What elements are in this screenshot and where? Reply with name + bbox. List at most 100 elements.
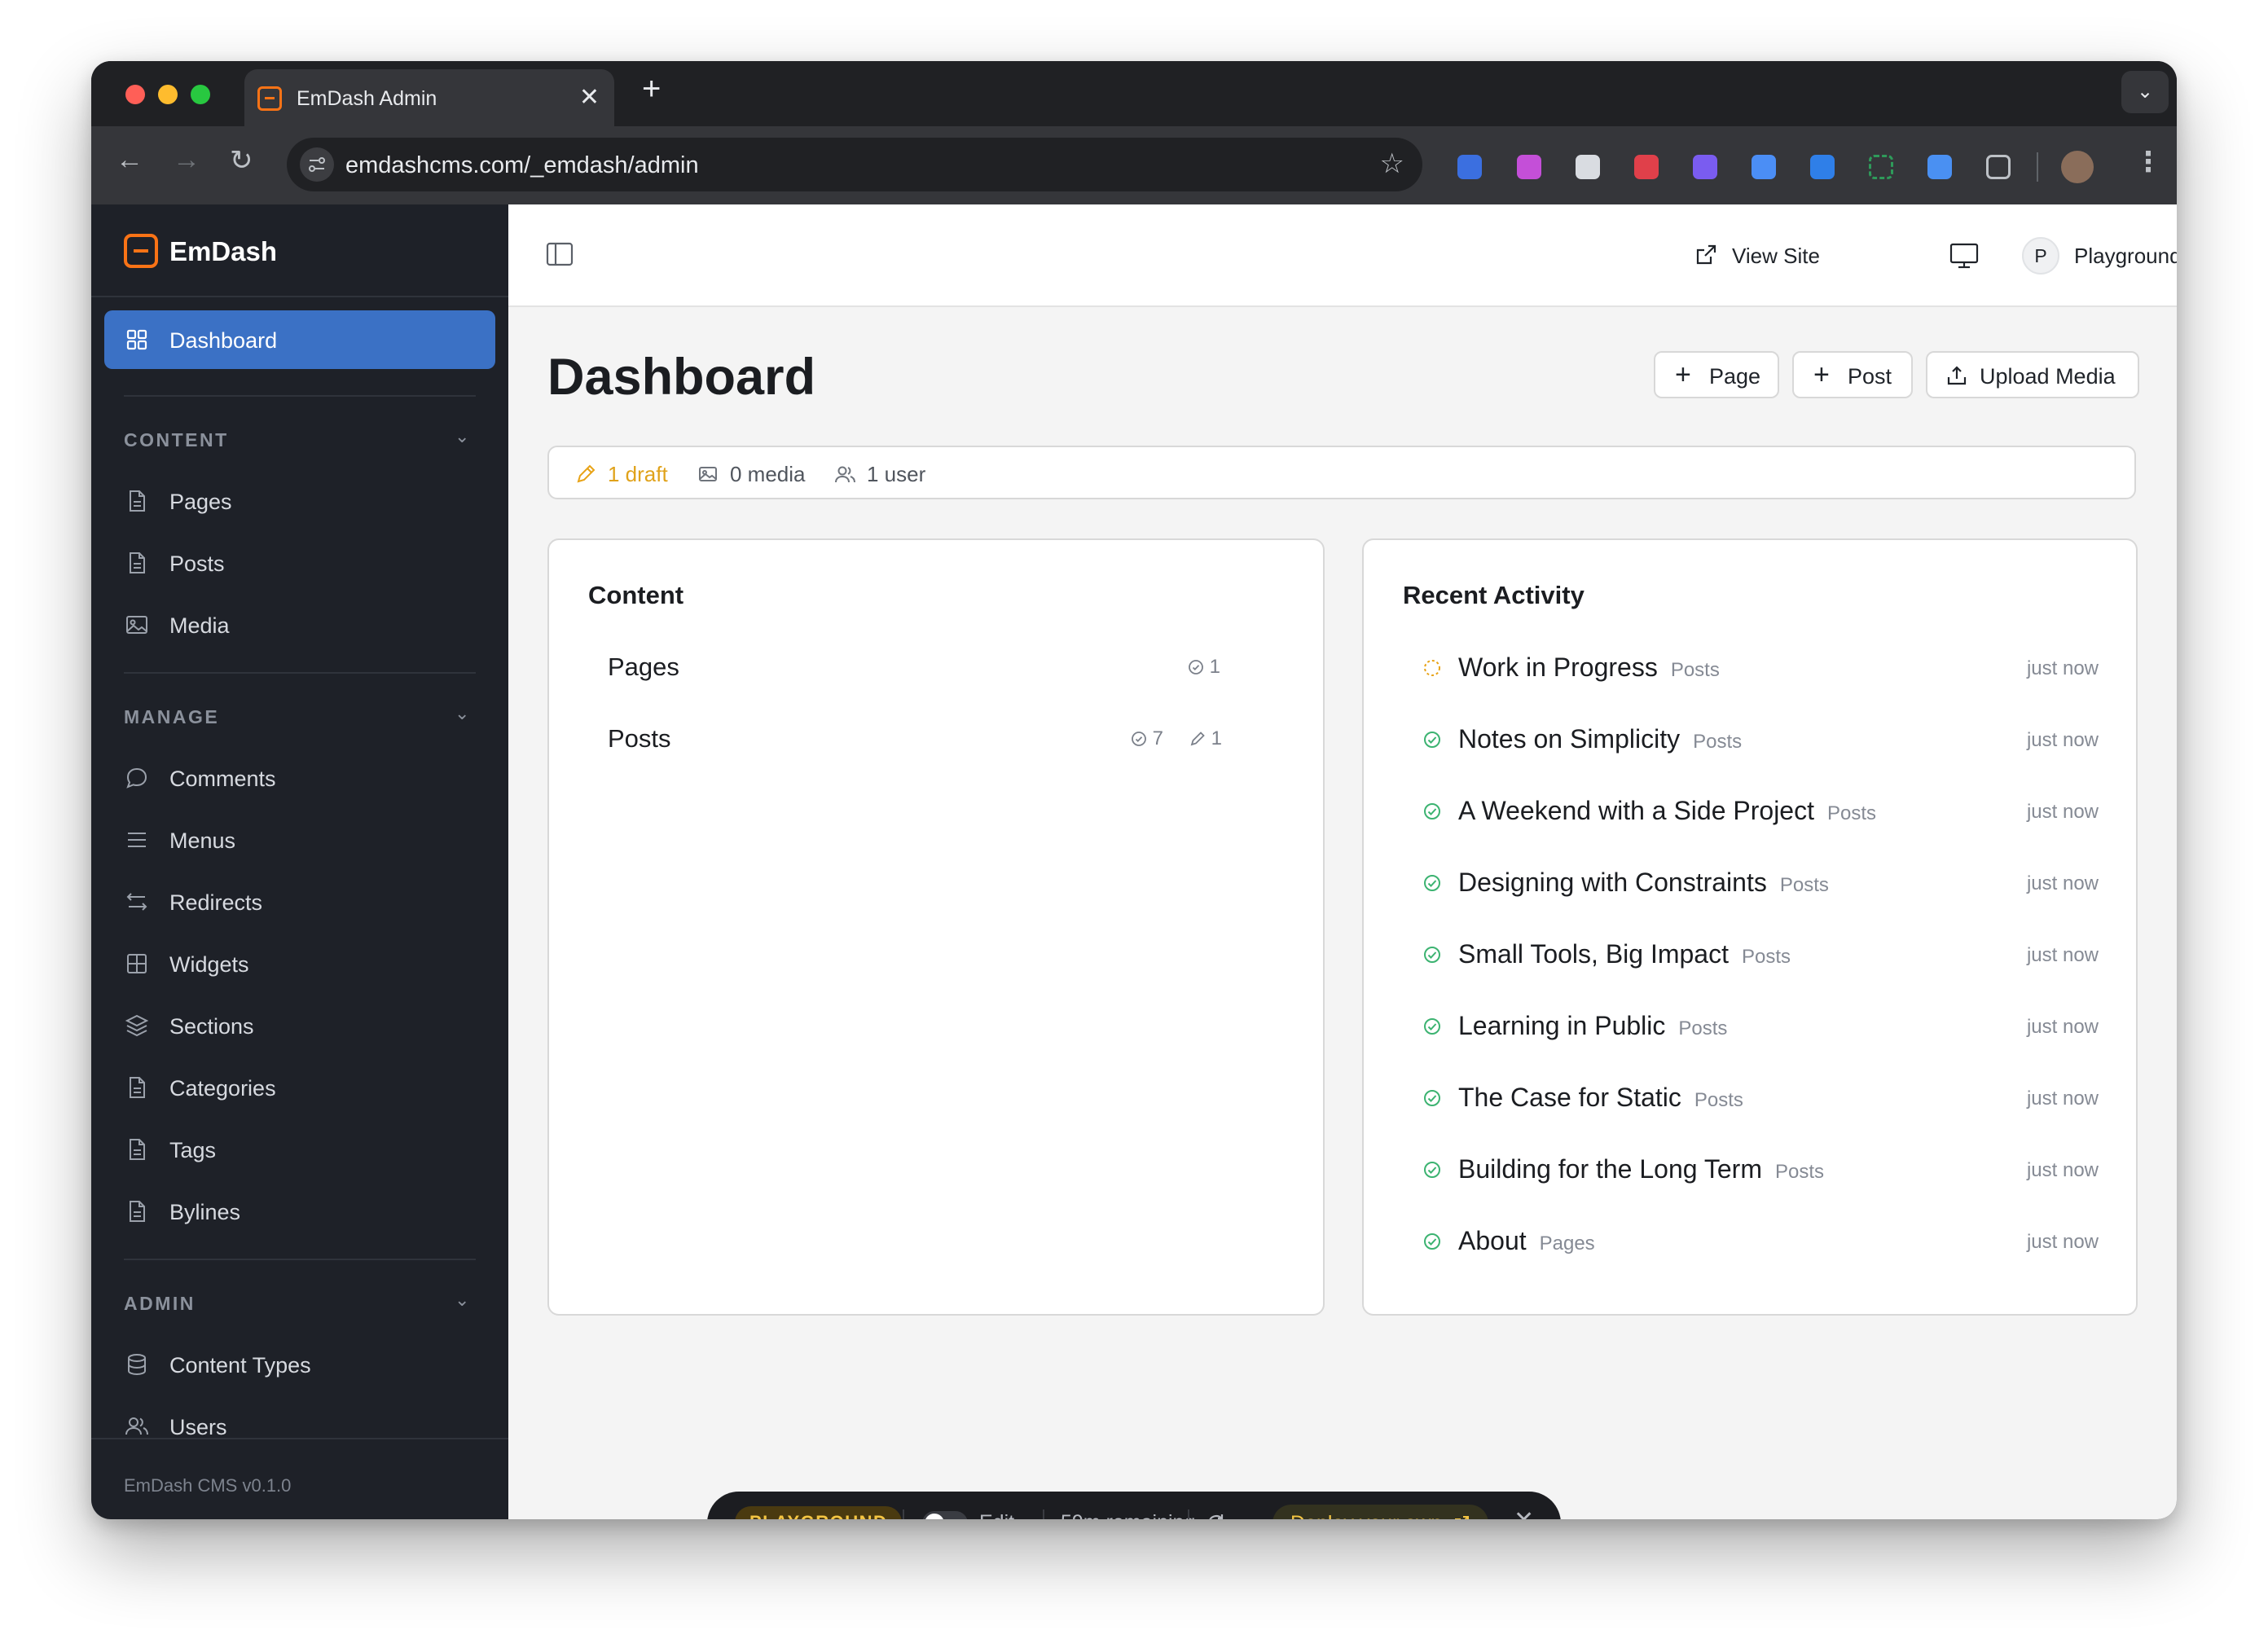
deploy-label: Deploy your own [1290,1512,1442,1519]
site-info-icon[interactable] [300,147,334,182]
sidebar-toggle-icon[interactable] [546,242,574,266]
new-post-label: Post [1848,364,1892,389]
extension-icon[interactable] [1517,155,1541,179]
extension-icon[interactable] [1810,155,1835,179]
section-heading-content[interactable]: CONTENT [124,429,229,451]
deploy-your-own-button[interactable]: Deploy your own [1272,1505,1489,1519]
extension-icon[interactable] [1986,155,2011,179]
extension-icon[interactable] [1634,155,1659,179]
content-row-posts[interactable]: Posts [608,724,671,754]
view-site-link[interactable]: View Site [1693,242,1820,270]
sidebar-item-widgets[interactable]: Widgets [124,944,482,983]
user-name[interactable]: Playground User [2074,244,2177,269]
address-bar[interactable]: emdashcms.com/_emdash/admin ☆ [287,138,1422,191]
reload-button[interactable]: ↻ [230,144,253,177]
section-heading-admin[interactable]: ADMIN [124,1293,196,1315]
published-check-icon [1424,875,1440,891]
sidebar-item-sections[interactable]: Sections [124,1006,482,1045]
new-tab-button[interactable]: + [642,71,661,108]
published-check-icon [1424,1018,1440,1035]
maximize-window-button[interactable] [191,85,210,104]
sidebar-item-comments[interactable]: Comments [124,758,482,798]
sidebar-item-menus[interactable]: Menus [124,820,482,859]
activity-item[interactable]: A Weekend with a Side Project Posts just n… [1422,791,2099,832]
activity-type: Posts [1693,731,1743,753]
section-heading-manage[interactable]: MANAGE [124,706,219,728]
tab-title: EmDash Admin [297,87,437,110]
close-window-button[interactable] [125,85,145,104]
external-link-icon [1696,244,1716,265]
activity-type: Posts [1774,1161,1824,1183]
sidebar-item-redirects[interactable]: Redirects [124,882,482,921]
minimize-window-button[interactable] [158,85,178,104]
sidebar-item-posts[interactable]: Posts [124,543,482,582]
toolbar-separator [2037,152,2038,182]
new-post-button[interactable]: + Post [1792,351,1913,398]
sidebar-item-content-types[interactable]: Content Types [124,1345,482,1384]
activity-title: About Pages [1458,1226,1595,1255]
activity-item[interactable]: Designing with Constraints Posts just now [1422,863,2099,903]
published-count: 7 [1131,727,1163,750]
sidebar-item-users[interactable]: Users [124,1407,482,1446]
published-check-icon [1424,947,1440,963]
extension-icon[interactable] [1752,155,1776,179]
tab-search-button[interactable]: ⌄ [2121,71,2169,113]
edit-toggle[interactable] [922,1511,968,1519]
activity-item[interactable]: Work in Progress Posts just now [1422,648,2099,688]
refresh-icon[interactable] [1204,1511,1228,1519]
sidebar-item-label: Media [169,613,230,638]
activity-item[interactable]: Learning in Public Posts just now [1422,1006,2099,1047]
extension-icon[interactable] [1927,155,1952,179]
activity-item[interactable]: Small Tools, Big Impact Posts just now [1422,934,2099,975]
back-button[interactable]: ← [116,144,143,176]
new-page-button[interactable]: + Page [1654,351,1779,398]
extension-icon[interactable] [1869,155,1893,179]
published-check-icon [1424,1162,1440,1178]
sidebar-item-bylines[interactable]: Bylines [124,1192,482,1231]
sidebar-item-pages[interactable]: Pages [124,481,482,521]
drafts-count[interactable]: 1 draft [608,462,668,487]
monitor-icon[interactable] [1949,242,1980,270]
activity-item[interactable]: The Case for Static Posts just now [1422,1078,2099,1118]
content-row-pages[interactable]: Pages [608,653,679,682]
activity-item[interactable]: About Pages just now [1422,1221,2099,1262]
browser-tab[interactable]: EmDash Admin ✕ [244,69,614,126]
sidebar-item-dashboard[interactable]: Dashboard [104,310,495,369]
database-icon [128,1354,146,1376]
external-link-icon [1455,1516,1470,1519]
user-avatar[interactable]: P [2022,237,2059,275]
published-check-icon [1424,1233,1440,1250]
chevron-down-icon[interactable]: ⌄ [455,703,469,724]
menu-lines-icon [128,833,146,847]
sidebar-item-label: Users [169,1415,227,1439]
chevron-down-icon[interactable]: ⌄ [455,1290,469,1311]
sidebar-item-categories[interactable]: Categories [124,1068,482,1107]
extension-icon[interactable] [1457,155,1482,179]
users-count[interactable]: 1 user [867,462,925,487]
close-icon[interactable]: ✕ [1514,1506,1534,1519]
tab-close-icon[interactable]: ✕ [579,83,600,112]
activity-item[interactable]: Notes on Simplicity Posts just now [1422,719,2099,760]
sidebar-item-media[interactable]: Media [124,605,482,644]
widgets-grid-icon [127,954,147,973]
forward-button[interactable]: → [173,144,200,176]
version-label: EmDash CMS v0.1.0 [124,1475,292,1496]
activity-item[interactable]: Building for the Long Term Posts just now [1422,1149,2099,1190]
arrows-swap-icon [126,893,147,911]
activity-time: just now [2026,1016,2099,1038]
bookmark-star-icon[interactable]: ☆ [1380,147,1404,180]
upload-media-button[interactable]: Upload Media [1926,351,2139,398]
sidebar-item-label: Content Types [169,1353,311,1378]
browser-toolbar: ← → ↻ emdashcms.com/_emdash/admin ☆ ⋮ [91,126,2177,204]
chevron-down-icon[interactable]: ⌄ [455,426,469,447]
sidebar-item-label: Comments [169,767,276,791]
sidebar-item-tags[interactable]: Tags [124,1130,482,1169]
media-count[interactable]: 0 media [730,462,806,487]
users-icon [835,466,855,483]
browser-menu-icon[interactable]: ⋮ [2134,146,2162,178]
extension-icon[interactable] [1576,155,1600,179]
activity-time: just now [2026,1231,2099,1253]
extension-icon[interactable] [1693,155,1717,179]
profile-avatar[interactable] [2061,151,2094,183]
published-count: 1 [1188,656,1220,679]
